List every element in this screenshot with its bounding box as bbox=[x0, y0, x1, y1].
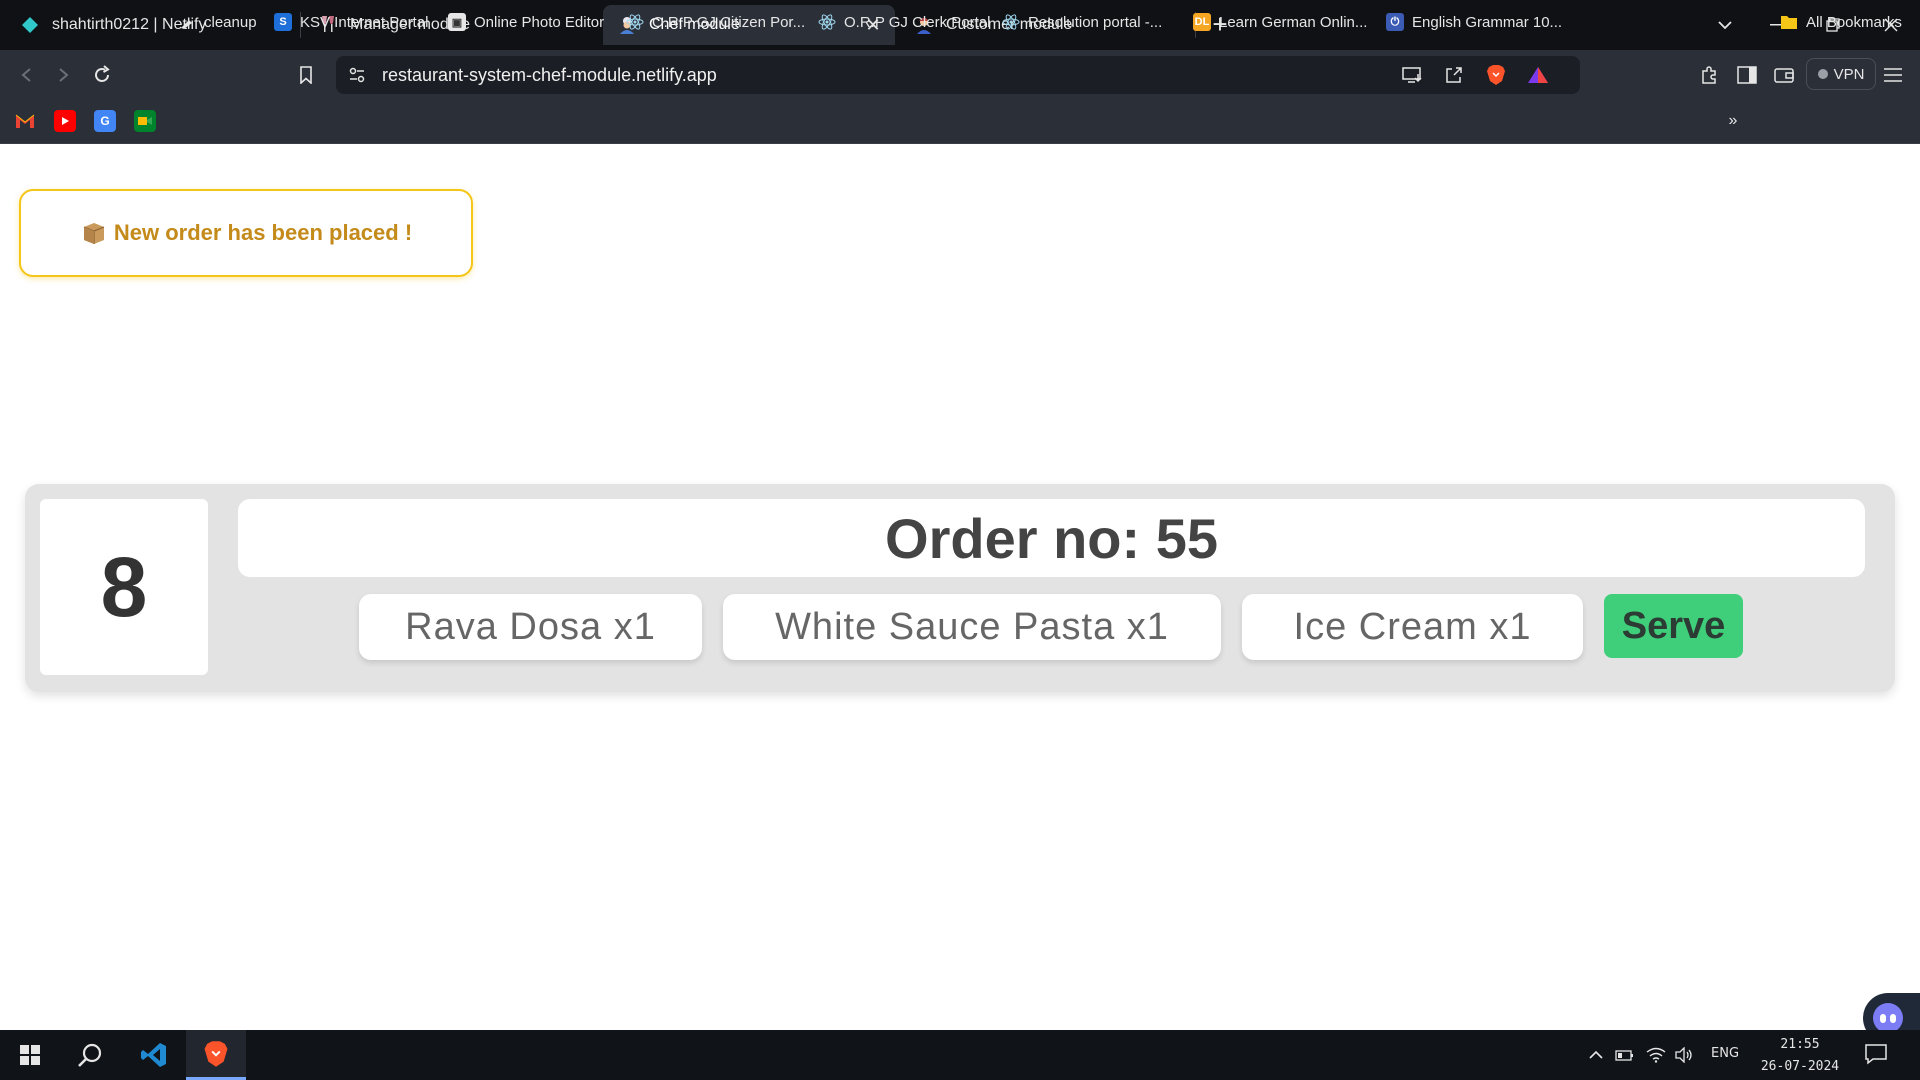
bookmarks-bar bbox=[0, 100, 1920, 144]
volume-icon[interactable] bbox=[1673, 1045, 1695, 1065]
forward-arrow-icon[interactable] bbox=[50, 62, 76, 88]
assistant-eye bbox=[1890, 1013, 1896, 1023]
clock-time: 21:55 bbox=[1780, 1037, 1820, 1052]
sidebar-toggle-icon[interactable] bbox=[1734, 62, 1760, 88]
order-item: Ice Cream x1 bbox=[1242, 594, 1583, 660]
order-card: 8 Order no: 55 Rava Dosa x1 White Sauce … bbox=[25, 484, 1895, 692]
notification-center-icon[interactable] bbox=[1864, 1043, 1888, 1065]
brave-browser-taskbar-icon[interactable] bbox=[186, 1030, 246, 1080]
cast-install-icon[interactable] bbox=[1402, 64, 1424, 86]
bookmark-english-grammar[interactable]: ⏻ English Grammar 10... bbox=[1386, 10, 1562, 34]
bookmark-label: O.R.P GJ Citizen Por... bbox=[652, 13, 806, 31]
battery-icon[interactable] bbox=[1614, 1045, 1636, 1065]
order-item: Rava Dosa x1 bbox=[359, 594, 702, 660]
vpn-status-dot bbox=[1817, 69, 1828, 79]
bookmark-photo-editor[interactable]: ▣ Online Photo Editor bbox=[448, 10, 604, 34]
vpn-button[interactable]: VPN bbox=[1806, 58, 1876, 90]
bookmark-orp-citizen[interactable]: O.R.P GJ Citizen Por... bbox=[626, 10, 805, 34]
table-number-box: 8 bbox=[40, 499, 208, 675]
ksv-logo-icon: S bbox=[274, 13, 292, 31]
system-clock[interactable]: 21:55 26-07-2024 bbox=[1752, 1034, 1848, 1078]
tab-search-chevron-icon[interactable] bbox=[1710, 10, 1740, 40]
bookmark-label: O.R.P GJ Clerk Portal bbox=[844, 13, 991, 31]
bookmark-label: Resolution portal -... bbox=[1028, 13, 1163, 31]
share-icon[interactable] bbox=[1443, 64, 1465, 86]
back-arrow-icon[interactable] bbox=[14, 62, 40, 88]
order-number-title: Order no: 55 bbox=[885, 506, 1218, 570]
google-translate-icon[interactable]: G bbox=[94, 110, 116, 132]
gmail-icon[interactable] bbox=[14, 110, 36, 132]
wallet-icon[interactable] bbox=[1771, 62, 1797, 88]
google-meet-icon[interactable] bbox=[134, 110, 156, 132]
table-number: 8 bbox=[100, 539, 148, 634]
url-text: restaurant-system-chef-module.netlify.ap… bbox=[382, 65, 717, 85]
package-box-icon bbox=[80, 219, 108, 247]
react-atom-icon bbox=[818, 13, 836, 31]
netlify-diamond-icon bbox=[20, 15, 40, 35]
chef-module-page: New order has been placed ! 8 Order no: … bbox=[0, 145, 1920, 1043]
brave-shields-icon[interactable] bbox=[1485, 64, 1507, 86]
bookmark-label: KSV Internet Portal bbox=[300, 13, 429, 31]
menu-hamburger-icon[interactable] bbox=[1880, 62, 1906, 88]
clock-date: 26-07-2024 bbox=[1760, 1059, 1840, 1074]
bookmark-resolution-portal[interactable]: Resolution portal -... bbox=[1002, 10, 1162, 34]
folder-icon bbox=[1780, 13, 1798, 31]
assistant-face-icon bbox=[1873, 1003, 1903, 1033]
input-language[interactable]: ENG bbox=[1711, 1046, 1739, 1061]
power-logo-icon: ⏻ bbox=[1386, 13, 1404, 31]
brave-rewards-icon[interactable] bbox=[1527, 64, 1549, 86]
wifi-icon[interactable] bbox=[1645, 1045, 1667, 1065]
extensions-puzzle-icon[interactable] bbox=[1697, 62, 1723, 88]
bookmark-label: Online Photo Editor bbox=[474, 13, 605, 31]
broom-icon bbox=[178, 13, 196, 31]
vscode-icon[interactable] bbox=[124, 1030, 184, 1080]
youtube-icon[interactable] bbox=[54, 110, 76, 132]
address-bar[interactable]: restaurant-system-chef-module.netlify.ap… bbox=[336, 56, 1580, 94]
bookmark-label: All Bookmarks bbox=[1806, 13, 1902, 31]
serve-button[interactable]: Serve bbox=[1604, 594, 1743, 658]
bookmark-cleanup[interactable]: cleanup bbox=[178, 10, 257, 34]
bookmark-label: Learn German Onlin... bbox=[1219, 13, 1368, 31]
windows-taskbar: ENG 21:55 26-07-2024 bbox=[0, 1030, 1920, 1080]
bookmark-learn-german[interactable]: DL Learn German Onlin... bbox=[1193, 10, 1367, 34]
photo-editor-icon: ▣ bbox=[448, 13, 466, 31]
order-title-box: Order no: 55 bbox=[238, 499, 1865, 577]
bookmark-icon[interactable] bbox=[293, 62, 319, 88]
more-bookmarks-chevron-icon[interactable]: » bbox=[1722, 110, 1744, 132]
browser-toolbar: restaurant-system-chef-module.netlify.ap… bbox=[0, 50, 1920, 100]
search-icon[interactable] bbox=[60, 1030, 120, 1080]
vpn-label: VPN bbox=[1833, 65, 1865, 83]
all-bookmarks-folder[interactable]: All Bookmarks bbox=[1780, 10, 1902, 34]
bookmark-label: English Grammar 10... bbox=[1412, 13, 1563, 31]
bookmark-ksv-portal[interactable]: S KSV Internet Portal bbox=[274, 10, 428, 34]
notification-text: New order has been placed ! bbox=[113, 220, 413, 245]
bookmark-label: cleanup bbox=[204, 13, 257, 31]
bookmark-orp-clerk[interactable]: O.R.P GJ Clerk Portal bbox=[818, 10, 990, 34]
assistant-eye bbox=[1880, 1013, 1886, 1023]
tray-overflow-chevron-icon[interactable] bbox=[1585, 1045, 1607, 1065]
react-atom-icon bbox=[626, 13, 644, 31]
site-settings-icon[interactable] bbox=[346, 64, 368, 86]
dl-logo-icon: DL bbox=[1193, 13, 1211, 31]
reload-icon[interactable] bbox=[89, 62, 115, 88]
react-atom-icon bbox=[1002, 13, 1020, 31]
windows-start-icon[interactable] bbox=[0, 1030, 60, 1080]
new-order-notification: New order has been placed ! bbox=[19, 189, 473, 277]
order-item: White Sauce Pasta x1 bbox=[723, 594, 1221, 660]
